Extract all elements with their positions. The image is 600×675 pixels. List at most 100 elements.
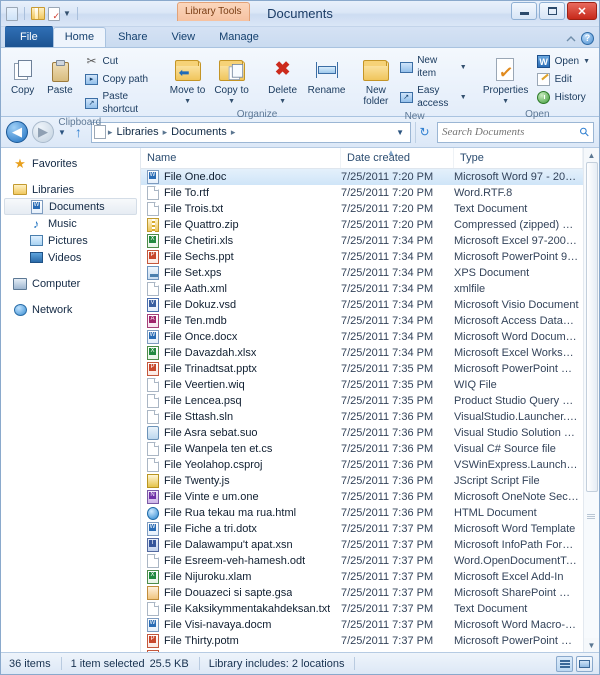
rename-button[interactable]: Rename <box>306 53 348 98</box>
file-name-cell[interactable]: File Yeolahop.csproj <box>141 458 341 472</box>
tab-share[interactable]: Share <box>106 27 159 47</box>
file-name-cell[interactable]: VFile Dokuz.vsd <box>141 298 341 312</box>
table-row[interactable]: PFile Sanshi yi.ppsx7/25/2011 7:38 PMMic… <box>141 649 583 652</box>
table-row[interactable]: PFile Sechs.ppt7/25/2011 7:34 PMMicrosof… <box>141 249 583 265</box>
breadcrumb-documents[interactable]: Documents <box>169 126 229 138</box>
path-dropdown-icon[interactable]: ▼ <box>396 128 408 137</box>
table-row[interactable]: XFile Davazdah.xlsx7/25/2011 7:34 PMMicr… <box>141 345 583 361</box>
customize-qat-dropdown[interactable]: ▼ <box>63 9 71 18</box>
folder-icon[interactable] <box>31 7 45 20</box>
table-row[interactable]: File Quattro.zip7/25/2011 7:20 PMCompres… <box>141 217 583 233</box>
new-item-button[interactable]: New item ▼ <box>396 53 469 81</box>
sidebar-item-network[interactable]: Network <box>1 301 140 318</box>
table-row[interactable]: File Esreem-veh-hamesh.odt7/25/2011 7:37… <box>141 553 583 569</box>
cut-button[interactable]: ✂ Cut <box>82 53 155 69</box>
file-name-cell[interactable]: File Sttash.sln <box>141 410 341 424</box>
file-name-cell[interactable]: File Kaksikymmentakahdeksan.txt <box>141 602 341 616</box>
table-row[interactable]: WFile Once.docx7/25/2011 7:34 PMMicrosof… <box>141 329 583 345</box>
refresh-button[interactable]: ↻ <box>415 122 433 143</box>
sidebar-item-favorites[interactable]: ★ Favorites <box>1 155 140 172</box>
sidebar-item-music[interactable]: ♪ Music <box>1 215 140 232</box>
file-name-cell[interactable]: WFile Fiche a tri.dotx <box>141 522 341 536</box>
file-name-cell[interactable]: XFile Davazdah.xlsx <box>141 346 341 360</box>
table-row[interactable]: AFile Ten.mdb7/25/2011 7:34 PMMicrosoft … <box>141 313 583 329</box>
new-item-dropdown[interactable]: ▼ <box>460 61 467 74</box>
scrollbar-track[interactable] <box>584 162 600 638</box>
table-row[interactable]: WFile Visi-navaya.docm7/25/2011 7:37 PMM… <box>141 617 583 633</box>
file-name-cell[interactable]: WFile Visi-navaya.docm <box>141 618 341 632</box>
edit-button[interactable]: Edit <box>534 71 593 87</box>
file-name-cell[interactable]: File Rua tekau ma rua.html <box>141 507 341 520</box>
table-row[interactable]: File Asra sebat.suo7/25/2011 7:36 PMVisu… <box>141 425 583 441</box>
minimize-button[interactable] <box>511 2 537 20</box>
file-name-cell[interactable]: File Douazeci si sapte.gsa <box>141 586 341 600</box>
table-row[interactable]: File Veertien.wiq7/25/2011 7:35 PMWIQ Fi… <box>141 377 583 393</box>
file-name-cell[interactable]: File Quattro.zip <box>141 218 341 232</box>
tab-home[interactable]: Home <box>53 27 106 47</box>
sidebar-item-computer[interactable]: Computer <box>1 275 140 292</box>
new-doc-icon[interactable]: ✓ <box>48 7 60 21</box>
table-row[interactable]: NFile Vinte e um.one7/25/2011 7:36 PMMic… <box>141 489 583 505</box>
breadcrumb-sep-1[interactable]: ▸ <box>163 127 168 138</box>
file-name-cell[interactable]: XFile Nijuroku.xlam <box>141 570 341 584</box>
sidebar-item-documents[interactable]: W Documents <box>4 198 137 215</box>
table-row[interactable]: File Set.xps7/25/2011 7:34 PMXPS Documen… <box>141 265 583 281</box>
file-name-cell[interactable]: XFile Chetiri.xls <box>141 234 341 248</box>
copy-button[interactable]: Copy <box>5 53 40 98</box>
table-row[interactable]: File Rua tekau ma rua.html7/25/2011 7:36… <box>141 505 583 521</box>
maximize-button[interactable] <box>539 2 565 20</box>
breadcrumb-sep-2[interactable]: ▸ <box>231 127 236 138</box>
table-row[interactable]: File Aath.xml7/25/2011 7:34 PMxmlfile <box>141 281 583 297</box>
tab-view[interactable]: View <box>159 27 207 47</box>
file-name-cell[interactable]: PFile Sechs.ppt <box>141 250 341 264</box>
vertical-scrollbar[interactable]: ▲ ▼ <box>583 148 599 652</box>
table-row[interactable]: File Douazeci si sapte.gsa7/25/2011 7:37… <box>141 585 583 601</box>
file-name-cell[interactable]: IFile Dalawampu't apat.xsn <box>141 538 341 552</box>
help-button[interactable]: ? <box>581 32 594 45</box>
table-row[interactable]: WFile Fiche a tri.dotx7/25/2011 7:37 PMM… <box>141 521 583 537</box>
file-name-cell[interactable]: File Asra sebat.suo <box>141 426 341 440</box>
scrollbar-thumb[interactable] <box>586 162 598 492</box>
paste-button[interactable]: Paste <box>42 53 77 98</box>
table-row[interactable]: File Sttash.sln7/25/2011 7:36 PMVisualSt… <box>141 409 583 425</box>
paste-shortcut-button[interactable]: ↗ Paste shortcut <box>82 89 155 117</box>
file-name-cell[interactable]: File Lencea.psq <box>141 394 341 408</box>
table-row[interactable]: File Kaksikymmentakahdeksan.txt7/25/2011… <box>141 601 583 617</box>
file-name-cell[interactable]: File Veertien.wiq <box>141 378 341 392</box>
tab-manage[interactable]: Manage <box>207 27 271 47</box>
column-header-date-created[interactable]: ▲ Date created <box>341 148 454 168</box>
details-view-button[interactable] <box>556 656 573 672</box>
table-row[interactable]: XFile Nijuroku.xlam7/25/2011 7:37 PMMicr… <box>141 569 583 585</box>
table-row[interactable]: File To.rtf7/25/2011 7:20 PMWord.RTF.8 <box>141 185 583 201</box>
delete-dropdown[interactable]: ▼ <box>279 96 286 107</box>
file-name-cell[interactable]: WFile One.doc <box>141 170 341 184</box>
tab-file[interactable]: File <box>5 26 53 47</box>
documents-icon[interactable] <box>6 7 18 21</box>
scroll-up-button[interactable]: ▲ <box>584 148 600 162</box>
file-name-cell[interactable]: PFile Sanshi yi.ppsx <box>141 650 341 652</box>
table-row[interactable]: File Yeolahop.csproj7/25/2011 7:36 PMVSW… <box>141 457 583 473</box>
open-button[interactable]: W Open ▼ <box>534 53 593 69</box>
file-name-cell[interactable]: NFile Vinte e um.one <box>141 490 341 504</box>
file-name-cell[interactable]: PFile Thirty.potm <box>141 634 341 648</box>
properties-dropdown[interactable]: ▼ <box>502 96 509 107</box>
file-name-cell[interactable]: File Twenty.js <box>141 474 341 488</box>
file-name-cell[interactable]: AFile Ten.mdb <box>141 314 341 328</box>
search-box[interactable]: ⚲ <box>437 122 594 143</box>
file-name-cell[interactable]: File Esreem-veh-hamesh.odt <box>141 554 341 568</box>
file-name-cell[interactable]: File To.rtf <box>141 186 341 200</box>
chevron-up-icon[interactable] <box>565 34 577 44</box>
sidebar-item-libraries[interactable]: Libraries <box>1 181 140 198</box>
table-row[interactable]: PFile Trinadtsat.pptx7/25/2011 7:35 PMMi… <box>141 361 583 377</box>
close-button[interactable]: ✕ <box>567 2 597 20</box>
search-input[interactable] <box>442 126 580 138</box>
file-name-cell[interactable]: File Set.xps <box>141 266 341 280</box>
table-row[interactable]: File Twenty.js7/25/2011 7:36 PMJScript S… <box>141 473 583 489</box>
table-row[interactable]: XFile Chetiri.xls7/25/2011 7:34 PMMicros… <box>141 233 583 249</box>
table-row[interactable]: VFile Dokuz.vsd7/25/2011 7:34 PMMicrosof… <box>141 297 583 313</box>
column-header-type[interactable]: Type <box>454 148 583 168</box>
open-dropdown[interactable]: ▼ <box>583 55 590 68</box>
easy-access-button[interactable]: ↗ Easy access ▼ <box>396 83 469 111</box>
table-row[interactable]: IFile Dalawampu't apat.xsn7/25/2011 7:37… <box>141 537 583 553</box>
preview-pane-button[interactable] <box>576 656 593 672</box>
